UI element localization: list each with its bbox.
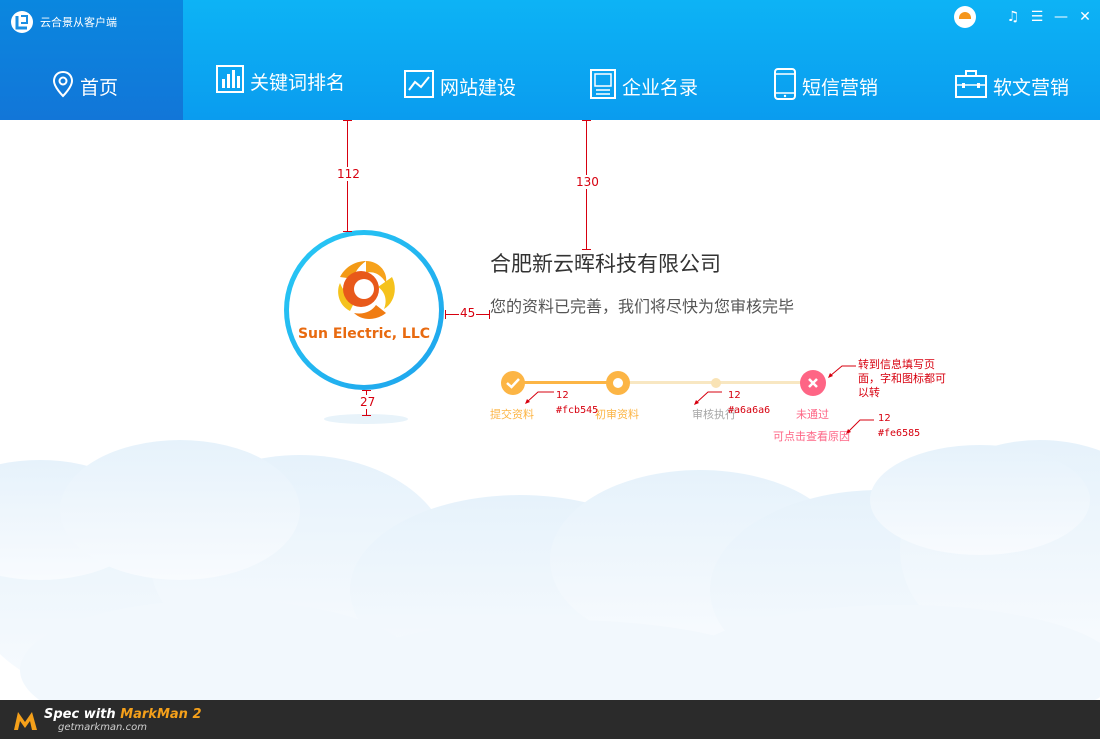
annotation-color-done: #fcb545	[556, 405, 599, 416]
app-title: 云合景从客户端	[40, 16, 117, 29]
annotation-note-failed: 转到信息填写页面，字和图标都可以转	[858, 358, 946, 399]
phone-icon	[774, 67, 796, 105]
markman-logo-icon	[14, 712, 37, 730]
nav-item-label: 软文营销	[993, 76, 1070, 99]
minimize-icon[interactable]: —	[1054, 7, 1068, 27]
markman-brand: MarkMan 2	[120, 707, 202, 722]
annotation-color-failed: #fe6585	[878, 428, 921, 439]
briefcase-icon	[955, 69, 987, 104]
app-logo-icon	[11, 11, 33, 33]
bar-chart-icon	[216, 64, 244, 98]
annotation-size-pending: 12	[728, 390, 741, 401]
nav-item-sms[interactable]: 短信营销	[774, 62, 878, 110]
location-pin-icon	[52, 70, 74, 103]
main-content: Sun Electric, LLC 合肥新云晖科技有限公司 您的资料已完善，我们…	[0, 120, 1100, 700]
annotation-size-failed: 12	[878, 413, 891, 424]
headset-icon[interactable]: ♫	[1006, 7, 1020, 27]
book-icon	[590, 68, 616, 104]
line-chart-icon	[404, 69, 434, 103]
header-bar: 云合景从客户端 ♫ ☰ — ✕ 首页 关键词排名 网站建设 企业名录 短信营销 …	[0, 0, 1100, 120]
nav-item-label: 首页	[80, 76, 119, 99]
markman-site: getmarkman.com	[58, 722, 147, 733]
nav-item-label: 网站建设	[440, 76, 517, 99]
annotation-color-pending: #a6a6a6	[728, 405, 771, 416]
user-avatar[interactable]	[954, 6, 976, 28]
annotation-size-done: 12	[556, 390, 569, 401]
markman-title: Spec with MarkMan 2	[44, 707, 202, 722]
menu-icon[interactable]: ☰	[1030, 7, 1044, 27]
window-controls: ♫ ☰ — ✕	[954, 6, 1092, 28]
nav-item-label: 短信营销	[802, 76, 879, 99]
nav-item-keyword-ranking[interactable]: 关键词排名	[216, 57, 345, 105]
nav-item-article[interactable]: 软文营销	[955, 62, 1069, 110]
nav-item-label: 关键词排名	[250, 71, 346, 94]
nav-item-directory[interactable]: 企业名录	[590, 62, 698, 110]
markman-footer: Spec with MarkMan 2 getmarkman.com	[0, 700, 1100, 739]
app-window: 云合景从客户端 ♫ ☰ — ✕ 首页 关键词排名 网站建设 企业名录 短信营销 …	[0, 0, 1100, 739]
annotation-arrows	[525, 365, 874, 434]
nav-item-label: 企业名录	[622, 76, 699, 99]
close-icon[interactable]: ✕	[1078, 7, 1092, 27]
nav-item-home[interactable]: 首页	[52, 62, 118, 110]
nav-item-website[interactable]: 网站建设	[404, 62, 516, 110]
markman-prefix: Spec with	[44, 707, 116, 722]
